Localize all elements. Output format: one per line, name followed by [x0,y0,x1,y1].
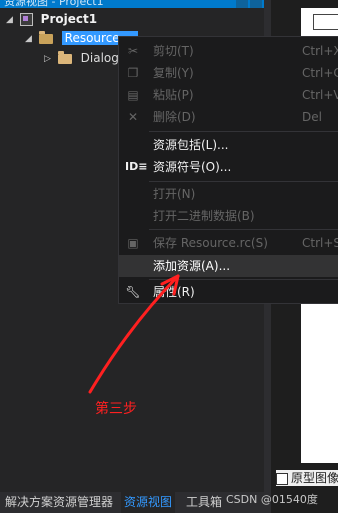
annotation-step-label: 第三步 [95,401,137,417]
annotation-arrow [88,274,180,394]
